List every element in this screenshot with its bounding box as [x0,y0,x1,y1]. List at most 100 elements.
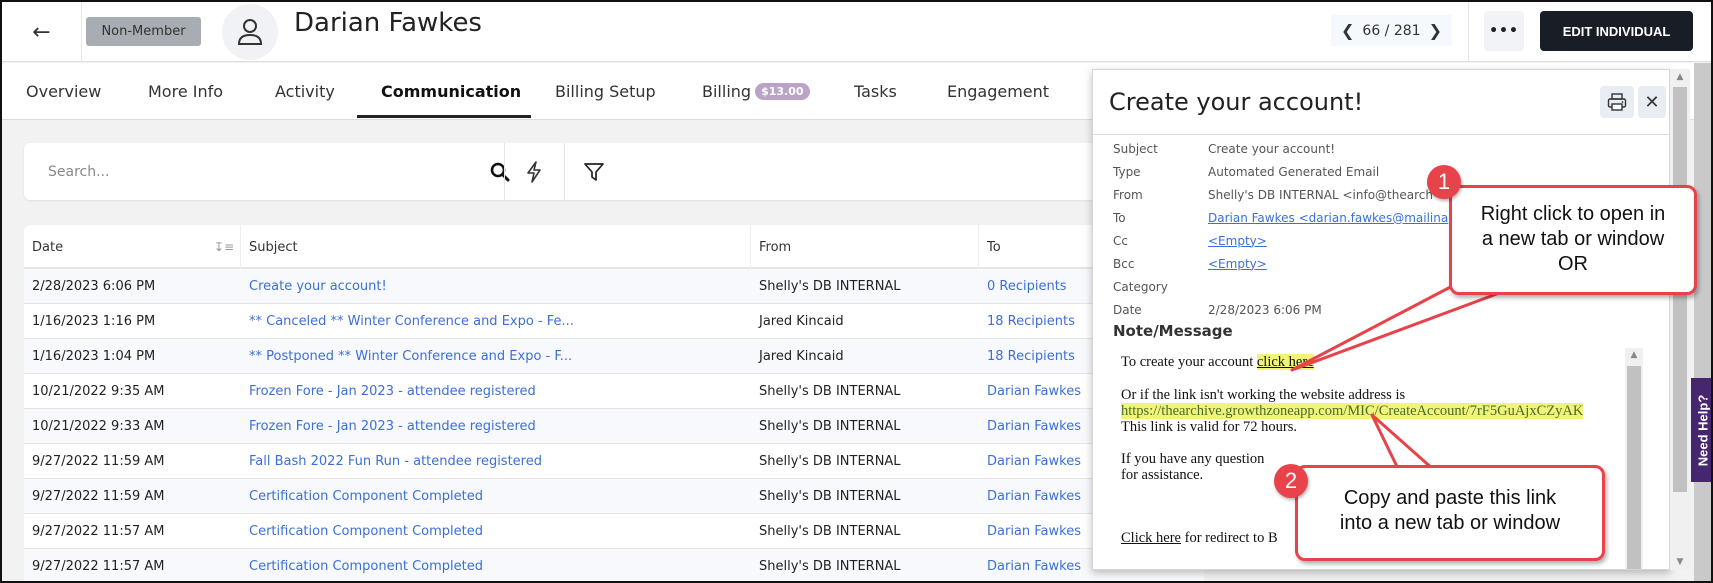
table-row[interactable]: 9/27/2022 11:57 AM Certification Componen… [24,549,1204,581]
click-here-link[interactable]: click here [1256,354,1314,370]
column-header-date[interactable]: Date ↧≡ [24,225,241,269]
metadata-label: Subject [1113,141,1158,156]
cell-subject-link[interactable]: Frozen Fore - Jan 2023 - attendee regist… [241,409,536,444]
table-row[interactable]: 10/21/2022 9:33 AM Frozen Fore - Jan 2023… [24,409,1204,444]
membership-badge: Non-Member [86,17,201,46]
metadata-value[interactable]: <Empty> [1208,257,1267,271]
metadata-row-type: Type Automated Generated Email [1113,160,1448,183]
cell-from: Shelly's DB INTERNAL [759,279,901,294]
quick-actions-button[interactable] [505,143,563,200]
tab-engagement[interactable]: Engagement [947,63,1049,120]
metadata-value: Create your account! [1208,141,1336,156]
need-help-tab[interactable]: Need Help? [1691,378,1711,482]
cell-to-link[interactable]: Darian Fawkes [979,514,1081,549]
body-line-assistance: for assistance. [1121,467,1204,483]
cell-date: 2/28/2023 6:06 PM [32,279,156,294]
pager-text: 66 / 281 [1362,22,1421,39]
cell-subject-link[interactable]: ** Postponed ** Winter Conference and Ex… [241,339,572,374]
cell-to-link[interactable]: Darian Fawkes [979,444,1081,479]
page-scrollbar[interactable] [1694,63,1711,581]
metadata-row-to: To Darian Fawkes <darian.fawkes@mailina [1113,206,1448,229]
sort-descending-icon[interactable]: ↧≡ [214,240,234,254]
more-actions-button[interactable]: ••• [1484,11,1524,51]
ellipsis-icon: ••• [1489,23,1519,39]
table-row[interactable]: 1/16/2023 1:04 PM ** Postponed ** Winter … [24,339,1204,374]
cell-to-link[interactable]: 18 Recipients [979,339,1075,374]
tab-billing[interactable]: Billing $13.00 [702,63,810,120]
cell-to-link[interactable]: 0 Recipients [979,269,1067,304]
cell-to-link[interactable]: Darian Fawkes [979,549,1081,581]
table-row[interactable]: 9/27/2022 11:57 AM Certification Componen… [24,514,1204,549]
cell-date: 10/21/2022 9:33 AM [32,419,165,434]
cell-subject-link[interactable]: ** Canceled ** Winter Conference and Exp… [241,304,574,339]
scroll-up-icon[interactable]: ▲ [1670,72,1690,82]
cell-subject-link[interactable]: Certification Component Completed [241,479,483,514]
cell-subject-link[interactable]: Certification Component Completed [241,514,483,549]
cell-to-link[interactable]: 18 Recipients [979,304,1075,339]
callout-2-number: 2 [1274,464,1308,498]
cell-to-link[interactable]: Darian Fawkes [979,479,1081,514]
create-account-url[interactable]: https://thearchive.growthzoneapp.com/MIC… [1121,403,1584,419]
tab-billing-setup[interactable]: Billing Setup [555,63,656,120]
dialog-title: Create your account! [1109,88,1364,116]
cell-subject-link[interactable]: Create your account! [241,269,387,304]
communications-table: Date ↧≡ Subject From To 2/28/2023 6:06 P… [24,225,1204,581]
column-header-from[interactable]: From [751,225,979,269]
chevron-right-icon[interactable]: ❯ [1429,21,1442,40]
metadata-row-date: Date 2/28/2023 6:06 PM [1113,298,1448,321]
metadata-label: Cc [1113,233,1128,248]
metadata-value: Automated Generated Email [1208,164,1380,179]
table-header: Date ↧≡ Subject From To [24,225,1204,269]
user-icon [237,19,263,45]
cell-subject-link[interactable]: Frozen Fore - Jan 2023 - attendee regist… [241,374,536,409]
table-row[interactable]: 9/27/2022 11:59 AM Certification Componen… [24,479,1204,514]
print-button[interactable] [1600,86,1634,118]
lightning-icon [527,160,541,183]
cell-to-link[interactable]: Darian Fawkes [979,374,1081,409]
cell-date: 1/16/2023 1:04 PM [32,349,156,364]
tab-tasks[interactable]: Tasks [854,63,897,120]
email-metadata: Subject Create your account! Type Automated… [1113,137,1448,321]
scroll-down-icon[interactable]: ▼ [1670,557,1690,567]
metadata-row-subject: Subject Create your account! [1113,137,1448,160]
record-pager: ❮ 66 / 281 ❯ [1331,15,1452,46]
edit-individual-button[interactable]: EDIT INDIVIDUAL [1540,11,1693,51]
body-line-redirect: Click here for redirect to B [1121,530,1278,546]
cell-subject-link[interactable]: Certification Component Completed [241,549,483,581]
table-row[interactable]: 10/21/2022 9:35 AM Frozen Fore - Jan 2023… [24,374,1204,409]
cell-date: 10/21/2022 9:35 AM [32,384,165,399]
scroll-thumb[interactable] [1627,366,1641,569]
cell-from: Shelly's DB INTERNAL [759,559,901,574]
metadata-label: Category [1113,279,1168,294]
cell-from: Jared Kincaid [759,349,844,364]
tab-overview[interactable]: Overview [26,63,101,120]
body-line-create: To create your account click here [1121,354,1314,370]
cell-to-link[interactable]: Darian Fawkes [979,409,1081,444]
chevron-left-icon[interactable]: ❮ [1341,21,1354,40]
filter-button[interactable] [565,143,623,200]
table-row[interactable]: 1/16/2023 1:16 PM ** Canceled ** Winter C… [24,304,1204,339]
tab-communication[interactable]: Communication [381,63,521,120]
scroll-up-icon[interactable]: ▲ [1625,350,1643,360]
tab-activity[interactable]: Activity [275,63,335,120]
email-body-scrollbar[interactable]: ▲ [1625,348,1643,569]
record-header: ← Non-Member Darian Fawkes ❮ 66 / 281 ❯ … [2,2,1711,62]
close-button[interactable]: ✕ [1638,86,1666,118]
cell-subject-link[interactable]: Fall Bash 2022 Fun Run - attendee regist… [241,444,542,479]
back-button[interactable]: ← [2,2,82,62]
cell-date: 9/27/2022 11:57 AM [32,559,165,574]
column-header-subject[interactable]: Subject [241,225,751,269]
cell-date: 9/27/2022 11:59 AM [32,454,165,469]
table-row[interactable]: 9/27/2022 11:59 AM Fall Bash 2022 Fun Run… [24,444,1204,479]
table-row[interactable]: 2/28/2023 6:06 PM Create your account! She… [24,269,1204,304]
search-input[interactable] [24,143,504,200]
metadata-value[interactable]: <Empty> [1208,234,1267,248]
cell-from: Shelly's DB INTERNAL [759,489,901,504]
body-line-fallback: Or if the link isn't working the website… [1121,387,1406,403]
cell-from: Shelly's DB INTERNAL [759,384,901,399]
cell-date: 9/27/2022 11:57 AM [32,524,165,539]
redirect-link[interactable]: Click here [1121,530,1181,546]
metadata-value[interactable]: Darian Fawkes <darian.fawkes@mailina [1208,211,1448,225]
tab-more-info[interactable]: More Info [148,63,223,120]
dialog-scrollbar[interactable]: ▲ ▼ [1670,69,1690,570]
